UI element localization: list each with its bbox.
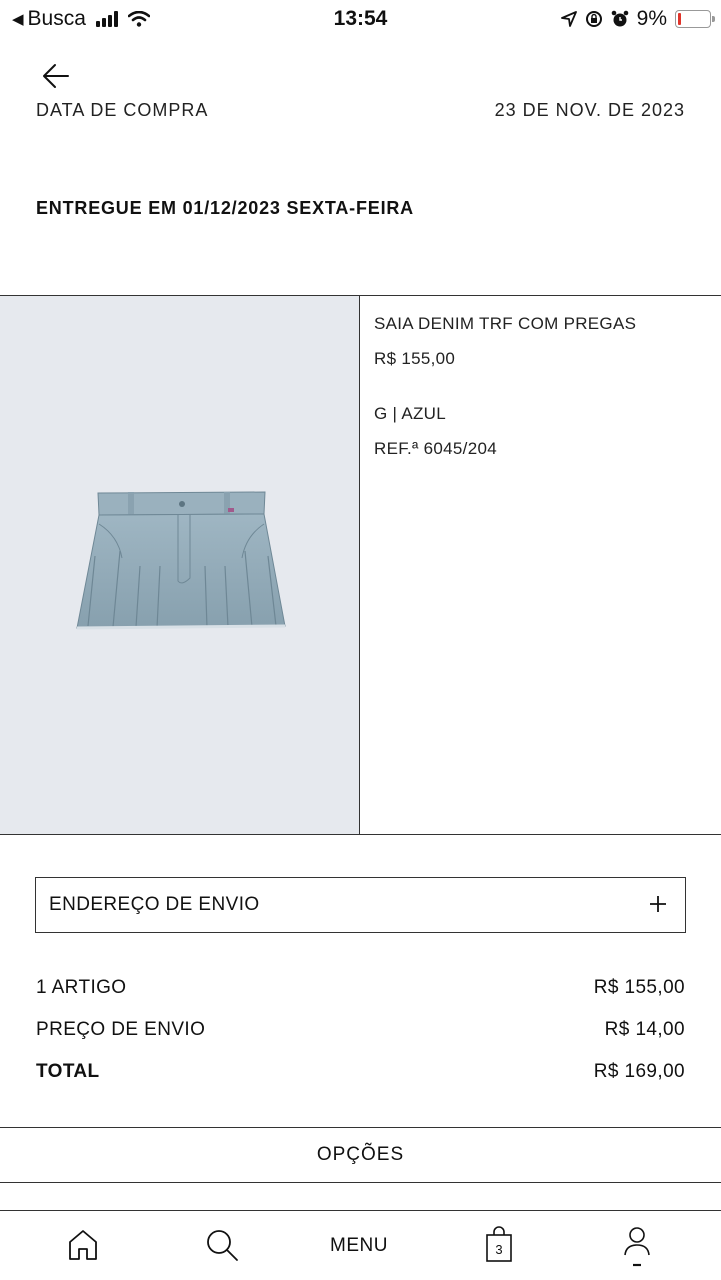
plus-icon[interactable] (649, 891, 667, 917)
arrow-left-icon (43, 64, 69, 88)
summary-shipping-value: R$ 14,00 (604, 1019, 685, 1040)
search-icon (207, 1230, 238, 1261)
purchase-date-value: 23 DE NOV. DE 2023 (494, 100, 685, 120)
summary-shipping-row: PREÇO DE ENVIO R$ 14,00 (36, 1019, 685, 1041)
rotation-lock-icon (585, 11, 602, 27)
purchase-date-row: DATA DE COMPRA 23 DE NOV. DE 2023 (0, 100, 721, 122)
product-reference: REF.ª 6045/204 (374, 439, 497, 458)
summary-items-value: R$ 155,00 (593, 977, 685, 998)
product-name[interactable]: SAIA DENIM TRF COM PREGAS (374, 314, 636, 334)
summary-shipping-label: PREÇO DE ENVIO (36, 1019, 206, 1040)
product-variant: G | AZUL (374, 404, 447, 423)
purchase-date-label: DATA DE COMPRA (36, 100, 209, 120)
product-image[interactable] (0, 296, 360, 834)
nav-search[interactable] (204, 1227, 240, 1268)
shopping-bag-icon: 3 (486, 1226, 512, 1262)
summary-total-value: R$ 169,00 (593, 1061, 685, 1082)
shipping-address-expander[interactable]: ENDEREÇO DE ENVIO (35, 877, 686, 933)
nav-account[interactable] (620, 1225, 654, 1274)
shipping-address-label: ENDEREÇO DE ENVIO (49, 894, 260, 915)
delivery-status: ENTREGUE EM 01/12/2023 SEXTA-FEIRA (36, 198, 414, 218)
product-price: R$ 155,00 (374, 349, 456, 368)
summary-total-row: TOTAL R$ 169,00 (36, 1061, 685, 1083)
nav-home[interactable] (66, 1227, 100, 1268)
bottom-navigation: MENU 3 (0, 1210, 721, 1280)
status-right: 9% (560, 7, 715, 31)
nav-bag[interactable]: 3 (484, 1226, 514, 1269)
nav-menu[interactable]: MENU (330, 1235, 388, 1257)
order-detail-screen: ◀ Busca 13:54 9% DATA DE COMPRA 23 DE NO… (0, 0, 721, 1280)
summary-items-row: 1 ARTIGO R$ 155,00 (36, 977, 685, 999)
back-button[interactable] (38, 58, 74, 94)
battery-icon (675, 10, 715, 28)
status-bar: ◀ Busca 13:54 9% (0, 0, 721, 38)
options-button[interactable]: OPÇÕES (0, 1127, 721, 1183)
battery-level-fill (678, 13, 681, 25)
alarm-icon (611, 10, 628, 27)
battery-percent: 9% (636, 7, 667, 30)
summary-items-label: 1 ARTIGO (36, 977, 127, 998)
order-item[interactable]: SAIA DENIM TRF COM PREGAS R$ 155,00 G | … (0, 295, 721, 835)
location-arrow-icon (560, 11, 577, 27)
home-icon (69, 1230, 97, 1260)
user-icon (624, 1227, 650, 1267)
denim-skirt-image (76, 491, 286, 630)
summary-total-label: TOTAL (36, 1061, 100, 1082)
bag-count: 3 (495, 1242, 502, 1257)
